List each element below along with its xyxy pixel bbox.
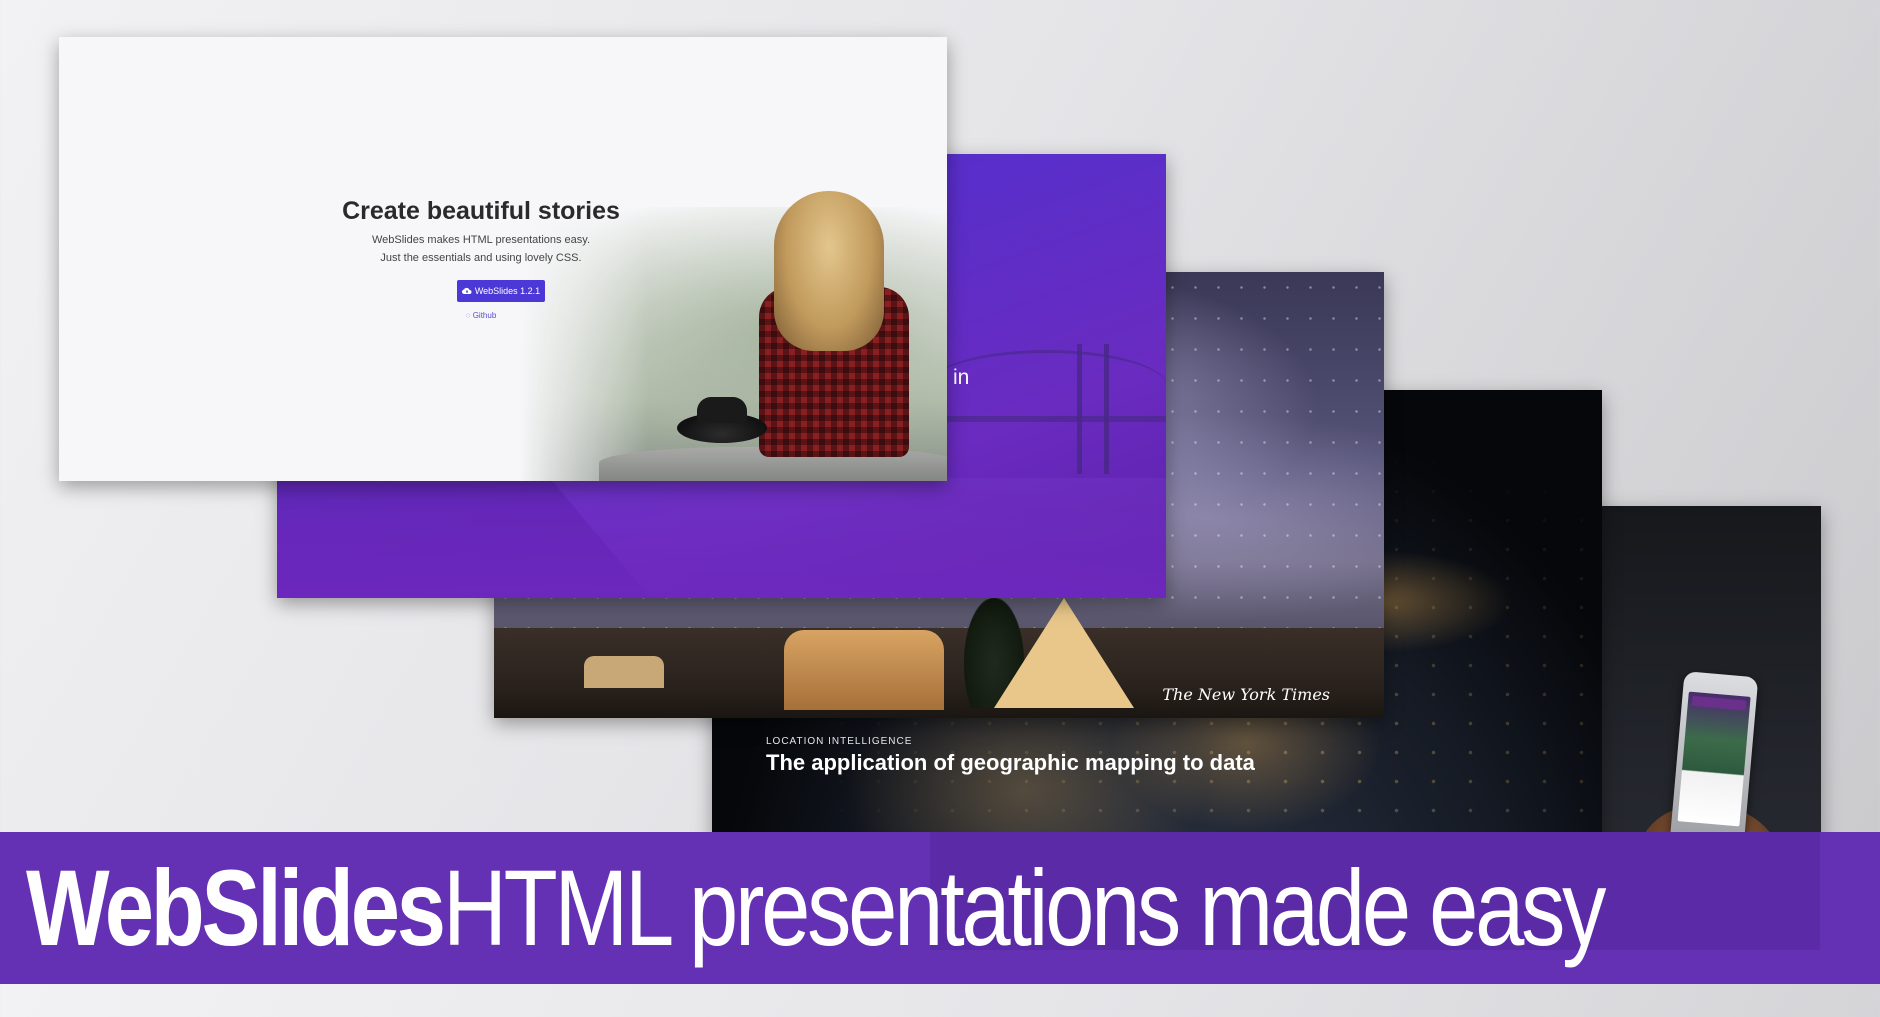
hero-title: Create beautiful stories xyxy=(342,197,620,225)
hat-crown xyxy=(697,397,747,423)
purple-overlay xyxy=(277,478,1166,598)
banner-heading: WebSlides HTML presentations made easy xyxy=(26,832,1857,984)
purple-slide-text: in xyxy=(953,366,970,389)
tent-small-image xyxy=(584,656,664,688)
slide-hero: Create beautiful stories WebSlides makes… xyxy=(59,37,947,481)
tipi-tent-image xyxy=(994,598,1134,708)
cloud-download-icon xyxy=(461,287,472,295)
github-link[interactable]: ◌ Github xyxy=(59,311,903,320)
ground xyxy=(494,598,1384,718)
download-button[interactable]: WebSlides 1.2.1 xyxy=(457,280,545,302)
earth-title: The application of geographic mapping to… xyxy=(766,750,1255,775)
visa-card-image xyxy=(1691,695,1747,711)
banner-brand: WebSlides xyxy=(26,847,446,968)
hero-subtitle: WebSlides makes HTML presentations easy.… xyxy=(59,231,903,267)
hero-subtitle-line-2: Just the essentials and using lovely CSS… xyxy=(380,252,582,264)
download-button-label: WebSlides 1.2.1 xyxy=(474,286,541,296)
hero-subtitle-line-1: WebSlides makes HTML presentations easy. xyxy=(371,234,591,246)
title-banner: WebSlides HTML presentations made easy xyxy=(0,832,1880,984)
tent-large-image xyxy=(784,630,944,710)
bridge-tower xyxy=(1077,344,1109,474)
github-icon: ◌ xyxy=(465,311,471,320)
nyt-logo: The New York Times xyxy=(1162,685,1330,704)
banner-tagline: HTML presentations made easy xyxy=(442,847,1606,968)
earth-kicker: LOCATION INTELLIGENCE xyxy=(766,736,913,747)
phone-screen xyxy=(1677,691,1751,827)
github-link-label: Github xyxy=(472,311,497,320)
smartphone-image xyxy=(1669,671,1759,849)
